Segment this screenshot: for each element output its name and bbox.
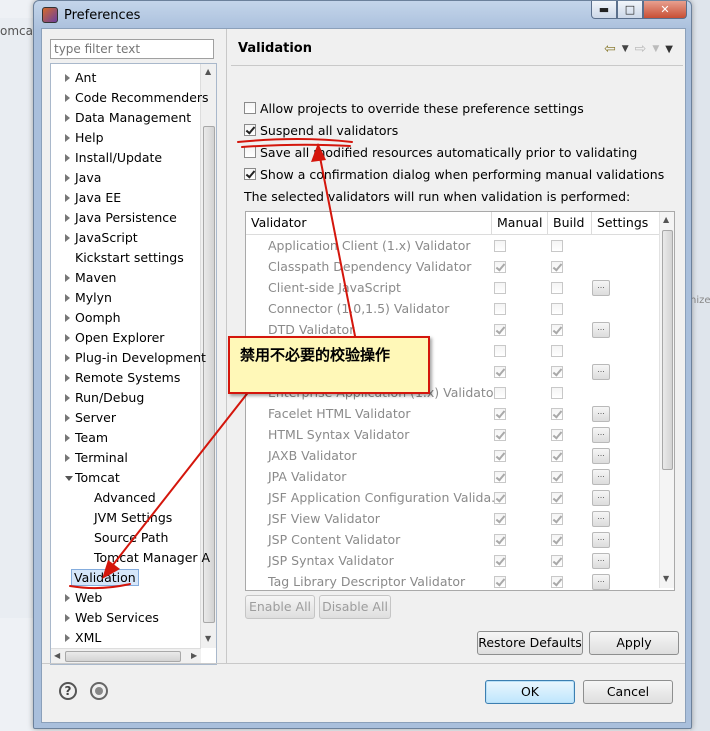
underline-validation-mark <box>69 583 131 590</box>
underline-suspend-mark-2 <box>241 143 351 148</box>
arrow-head-validation <box>102 560 120 579</box>
arrow-to-suspend-line <box>317 146 356 337</box>
underline-suspend-mark <box>237 138 353 143</box>
annotation-callout: 禁用不必要的校验操作 <box>228 336 430 394</box>
arrow-to-validation-line <box>104 389 251 576</box>
